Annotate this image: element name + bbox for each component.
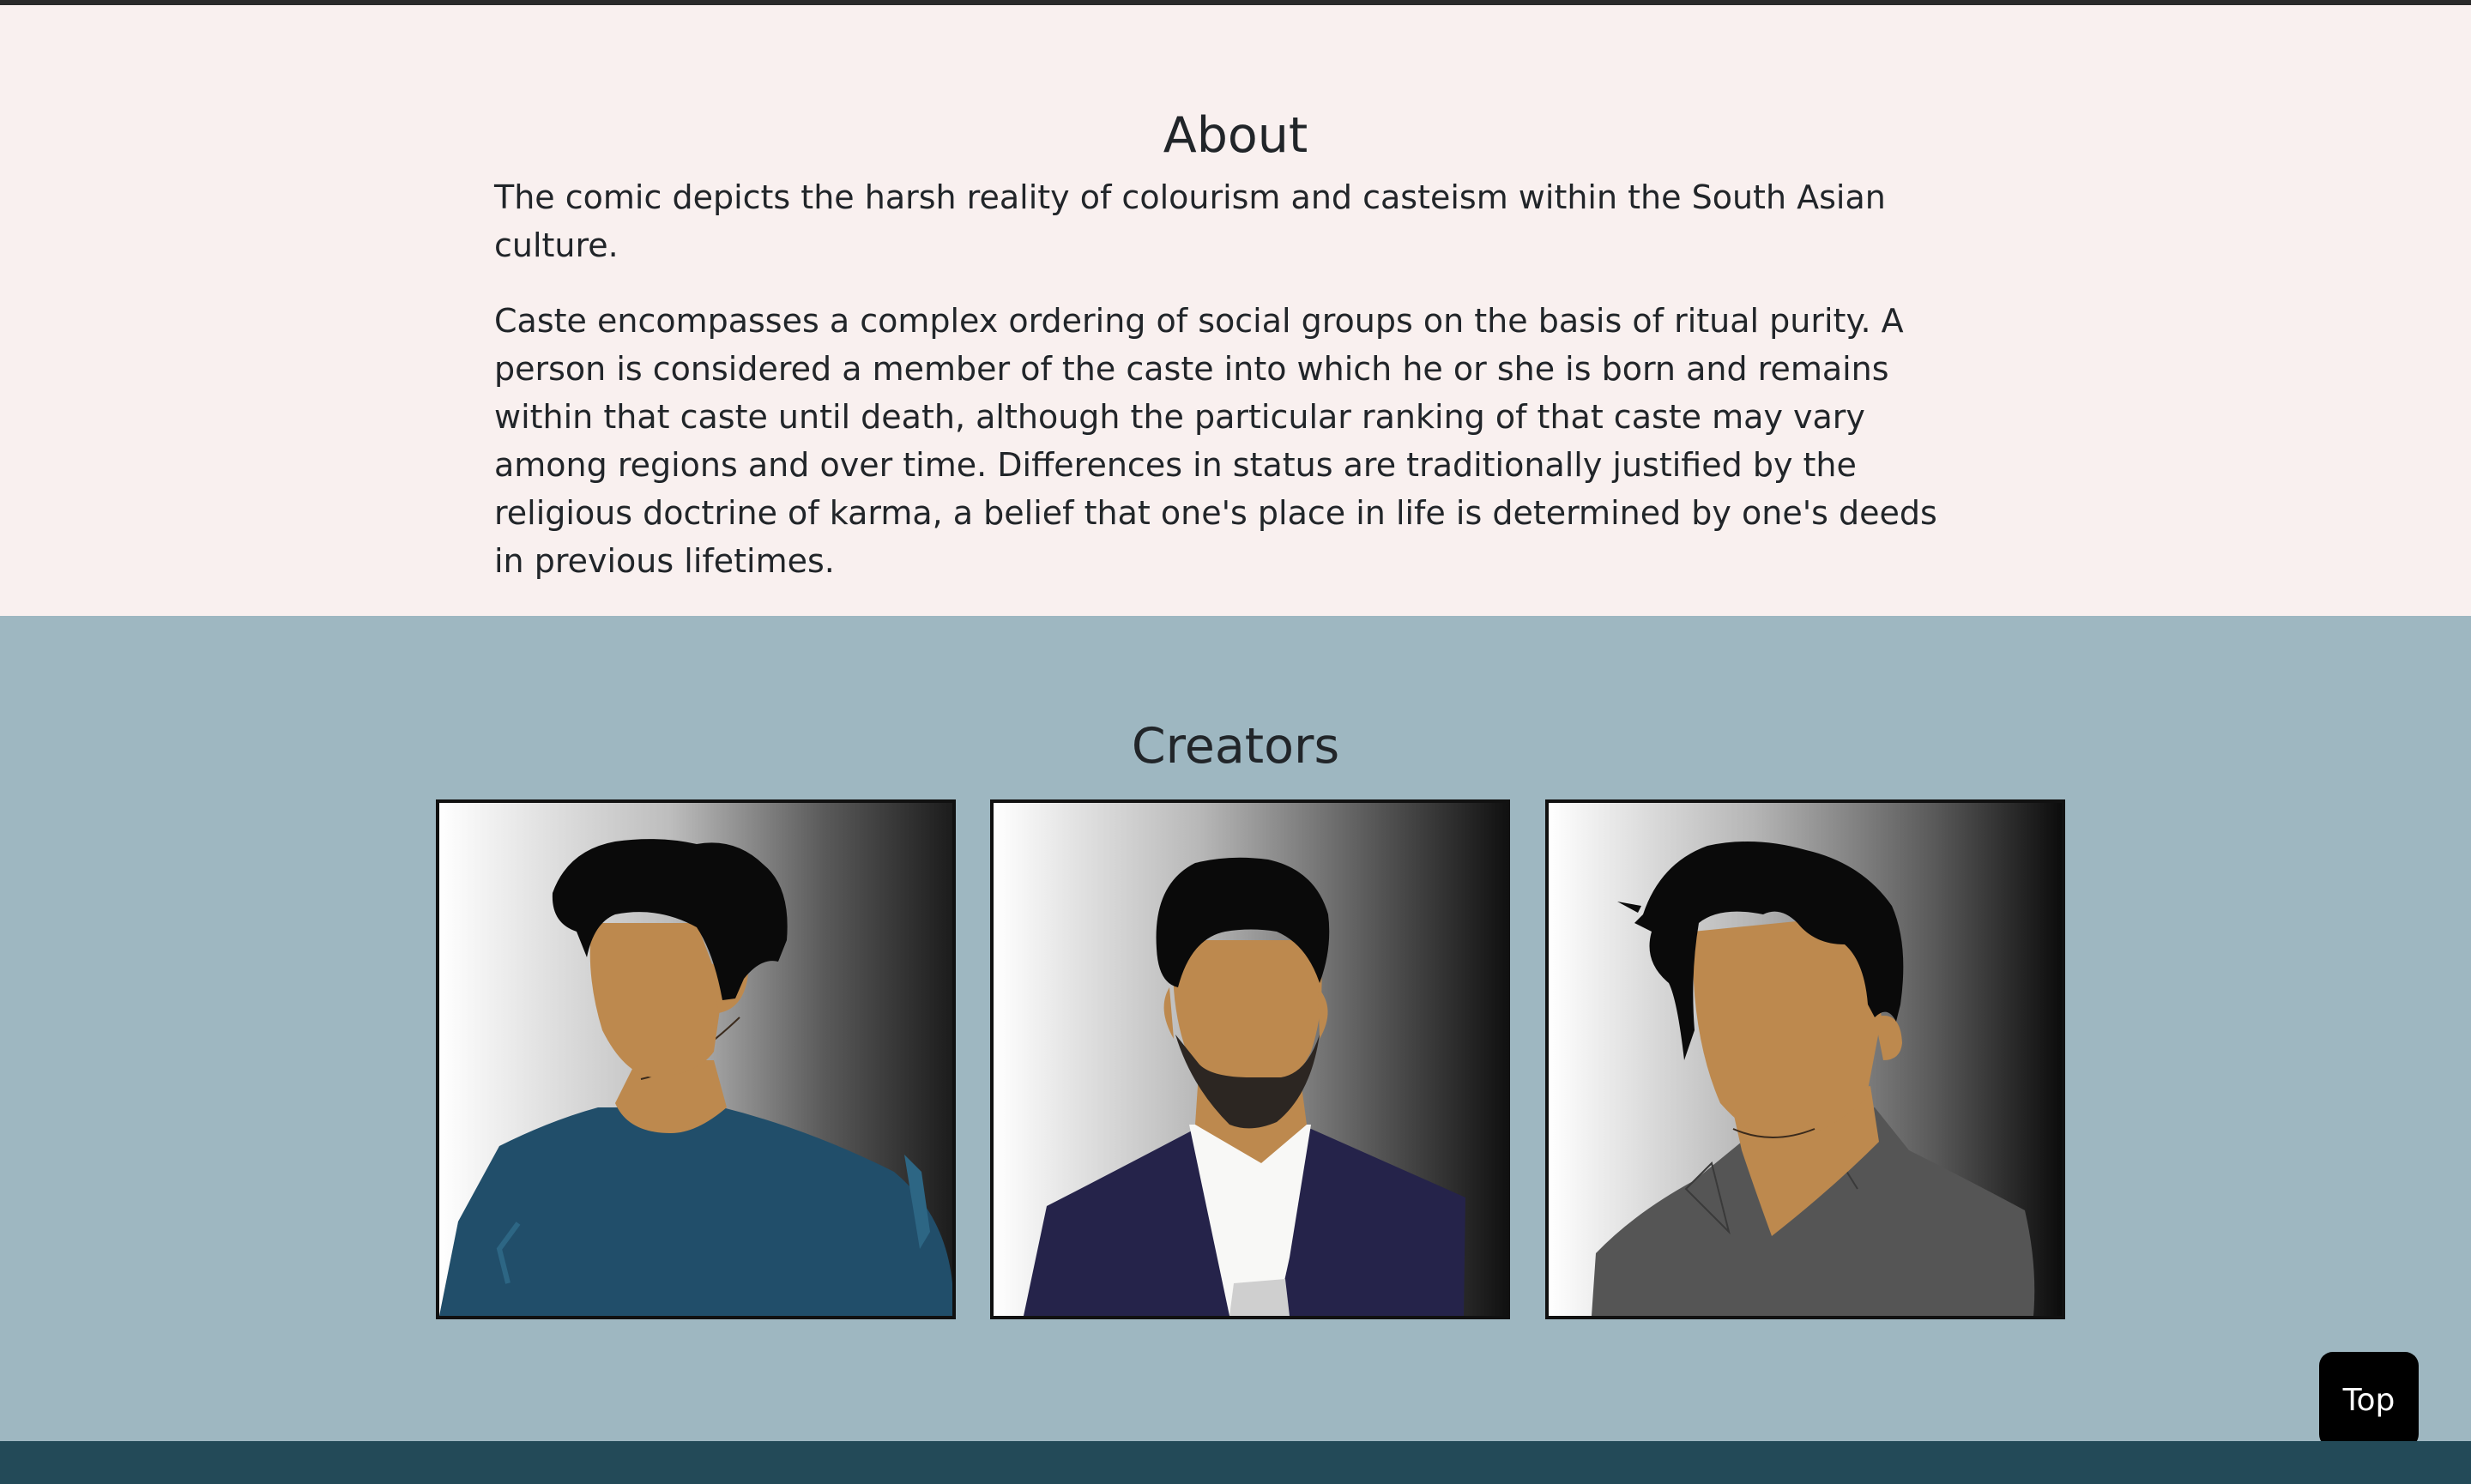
creators-heading: Creators	[1131, 718, 1340, 775]
about-caste-paragraph: Caste encompasses a complex ordering of …	[494, 302, 1937, 580]
creator-card-1	[436, 799, 956, 1319]
creator-card-3	[1545, 799, 2065, 1319]
footer-bar	[0, 1441, 2471, 1484]
back-to-top-button[interactable]: Top	[2319, 1352, 2419, 1448]
about-heading: About	[1163, 107, 1308, 164]
creator-card-2	[990, 799, 1510, 1319]
creator-portrait-1	[439, 803, 952, 1316]
creators-section: Creators	[0, 616, 2471, 1441]
creator-portrait-3	[1549, 803, 2062, 1316]
about-intro-paragraph: The comic depicts the harsh reality of c…	[494, 178, 1886, 264]
about-section: About The comic depicts the harsh realit…	[0, 5, 2471, 616]
creator-portrait-2	[994, 803, 1507, 1316]
about-text: The comic depicts the harsh reality of c…	[494, 173, 1953, 612]
